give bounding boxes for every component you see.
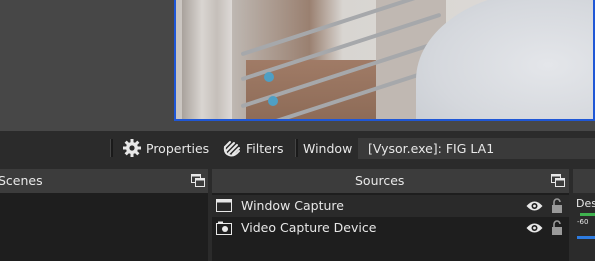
gear-icon [123, 139, 141, 157]
undock-icon[interactable] [551, 174, 565, 187]
meter-scale-label: -60 [577, 218, 589, 226]
source-label: Window Capture [241, 198, 344, 213]
scenes-title: Scenes [0, 173, 43, 188]
source-item-video-capture-device[interactable]: Video Capture Device [212, 217, 569, 239]
filters-icon [223, 141, 240, 157]
scenes-list[interactable] [0, 193, 208, 261]
audio-mixer: Des -60 [573, 193, 595, 261]
properties-label: Properties [146, 140, 210, 156]
mixer-device-label: Des [576, 197, 595, 210]
source-item-window-capture[interactable]: Window Capture [212, 195, 569, 217]
preview-source-frame[interactable] [174, 0, 595, 121]
camera-icon [216, 221, 232, 235]
window-icon [216, 199, 232, 212]
toolbar-separator [110, 139, 113, 157]
window-select[interactable]: [Vysor.exe]: FIG LA1 [358, 138, 595, 159]
filters-label: Filters [246, 140, 284, 156]
sources-dock-header: Sources [212, 169, 569, 193]
lock-icon[interactable] [551, 220, 563, 235]
visibility-eye-icon[interactable] [526, 200, 543, 212]
visibility-eye-icon[interactable] [526, 222, 543, 234]
volume-meter [580, 213, 595, 216]
undock-icon[interactable] [191, 174, 205, 187]
filters-button[interactable]: Filters [222, 138, 283, 158]
lock-icon[interactable] [551, 198, 563, 213]
preview-area[interactable] [0, 0, 595, 131]
scenes-dock-header: Scenes [0, 169, 208, 193]
sources-title: Sources [355, 173, 405, 188]
window-label: Window [303, 140, 353, 156]
properties-button[interactable]: Properties [122, 138, 209, 158]
toolbar-separator [295, 139, 298, 157]
source-label: Video Capture Device [241, 220, 377, 235]
mixer-dock-header [573, 169, 595, 193]
volume-slider[interactable] [577, 236, 595, 239]
